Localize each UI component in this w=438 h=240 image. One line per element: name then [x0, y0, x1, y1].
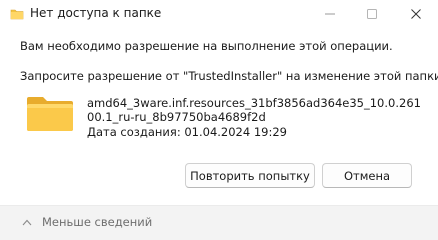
- close-icon: [411, 9, 421, 19]
- warning-folder-icon: [10, 9, 24, 20]
- cancel-button[interactable]: Отмена: [322, 163, 412, 188]
- request-permission-message: Запросите разрешение от "TrustedInstalle…: [20, 69, 438, 83]
- title-bar[interactable]: Нет доступа к папке: [0, 0, 438, 28]
- minimize-icon: [325, 13, 335, 15]
- maximize-icon: [367, 9, 377, 19]
- minimize-button[interactable]: [310, 0, 350, 28]
- creation-date: Дата создания: 01.04.2024 19:29: [87, 125, 287, 139]
- folder-name: amd64_3ware.inf.resources_31bf3856ad364e…: [87, 96, 421, 124]
- chevron-up-icon: [22, 219, 32, 225]
- dialog-window: Нет доступа к папке Вам необходимо разре…: [0, 0, 438, 240]
- less-details-label: Меньше сведений: [42, 215, 153, 229]
- maximize-button[interactable]: [352, 0, 392, 28]
- less-details-toggle[interactable]: Меньше сведений: [22, 215, 152, 229]
- folder-icon: [27, 97, 73, 131]
- retry-button[interactable]: Повторить попытку: [185, 163, 315, 188]
- close-button[interactable]: [396, 0, 436, 28]
- file-info: amd64_3ware.inf.resources_31bf3856ad364e…: [87, 96, 422, 139]
- permission-message: Вам необходимо разрешение на выполнение …: [20, 39, 393, 53]
- window-title: Нет доступа к папке: [30, 6, 162, 20]
